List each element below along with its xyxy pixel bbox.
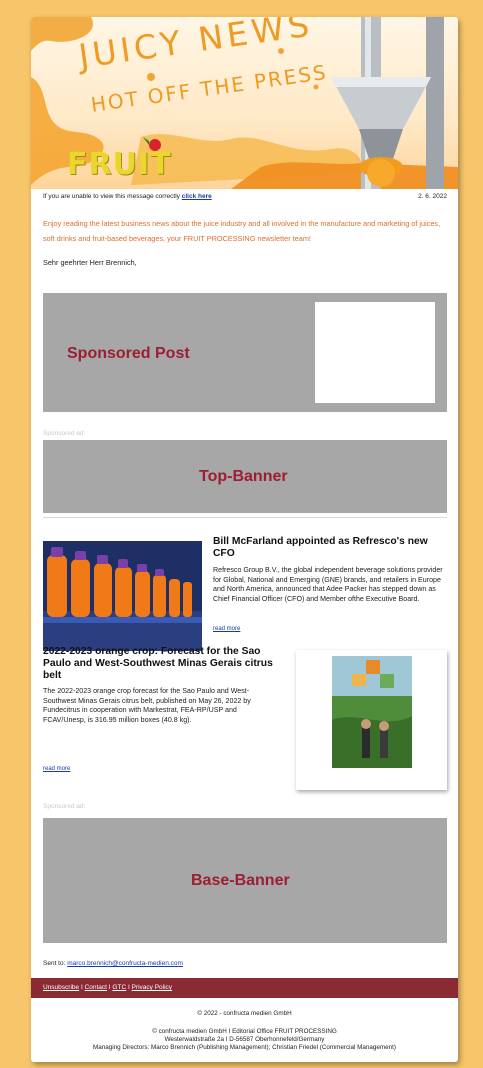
intro-text: Enjoy reading the latest business news a… — [43, 219, 441, 243]
sponsored-post-label: Sponsored Post — [67, 345, 190, 362]
sponsored-ad-label-top: Sponsored ad: — [43, 430, 86, 437]
footer-imprint-line3: Managing Directors: Marco Brennich (Publ… — [92, 1044, 397, 1051]
gtc-link[interactable]: GTC — [112, 984, 126, 991]
article-title[interactable]: 2022-2023 orange crop: Forecast for the … — [43, 646, 281, 682]
sponsored-post-image-placeholder — [315, 302, 435, 403]
privacy-policy-link[interactable]: Privacy Policy — [132, 984, 172, 991]
article-title[interactable]: Bill McFarland appointed as Refresco's n… — [213, 536, 447, 560]
unsubscribe-link[interactable]: Unsubscribe — [43, 984, 79, 991]
read-more-link[interactable]: read more — [43, 766, 70, 772]
article-summary: Refresco Group B.V., the global independ… — [213, 566, 443, 603]
divider — [43, 517, 447, 518]
click-here-link[interactable]: click here — [182, 193, 212, 200]
contact-link[interactable]: Contact — [85, 984, 107, 991]
recipient-email-link[interactable]: marco.brennich@confructa-medien.com — [67, 960, 183, 967]
base-banner[interactable]: Base-Banner — [43, 818, 447, 943]
footer-copyright: © 2022 - confructa medien GmbH — [197, 1010, 292, 1017]
sponsored-post-box[interactable]: Sponsored Post — [43, 293, 447, 412]
greeting: Sehr geehrter Herr Brennich, — [43, 258, 137, 267]
fruit-processing-logo: FRUIT — [67, 147, 172, 182]
sent-to-line: Sent to: marco.brennich@confructa-medien… — [43, 960, 183, 967]
article-summary: The 2022-2023 orange crop forecast for t… — [43, 687, 251, 724]
orange-juice-bottles-icon — [43, 541, 202, 651]
hero-header-image: JUICY NEWS HOT OFF THE PRESS FRUIT — [31, 17, 458, 189]
citrus-report-cover-icon — [296, 650, 447, 790]
issue-date: 2. 6. 2022 — [418, 193, 447, 200]
sent-to-label: Sent to: — [43, 960, 66, 967]
article-image-report-cover[interactable] — [296, 650, 447, 790]
top-banner[interactable]: Top-Banner — [43, 440, 447, 513]
sponsored-ad-label-base: Sponsored ad: — [43, 803, 86, 810]
footer-links-bar: Unsubscribe I Contact I GTC I Privacy Po… — [31, 978, 458, 998]
top-banner-label: Top-Banner — [199, 468, 288, 485]
view-online-notice: If you are unable to view this message c… — [43, 193, 180, 200]
article-image-bottles[interactable] — [43, 541, 202, 651]
base-banner-label: Base-Banner — [191, 872, 290, 889]
newsletter-page: JUICY NEWS HOT OFF THE PRESS FRUIT If yo… — [31, 17, 458, 1062]
read-more-link[interactable]: read more — [213, 626, 240, 632]
view-online-bar: If you are unable to view this message c… — [43, 193, 447, 200]
